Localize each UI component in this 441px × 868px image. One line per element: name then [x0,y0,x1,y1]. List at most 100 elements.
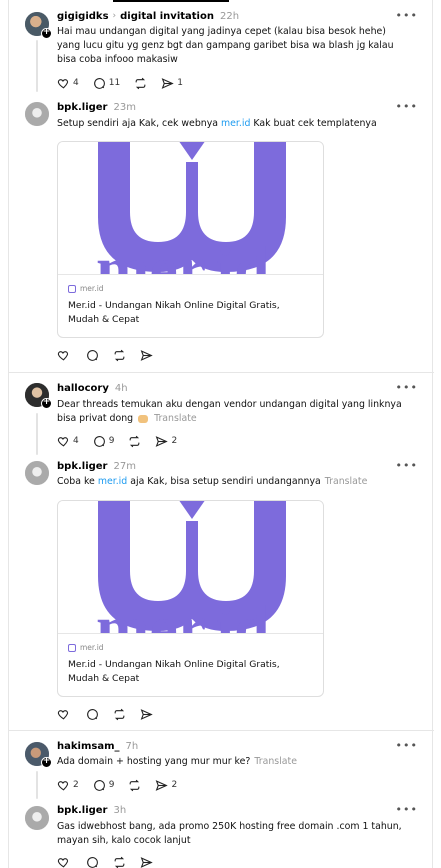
post-time: 22h [219,10,240,22]
svg-text:mer.id: mer.id [96,592,270,634]
more-icon[interactable]: ••• [396,9,418,22]
post-header: hakimsam_ 7h [57,739,138,753]
post-actions [57,855,167,868]
heart-icon [57,436,69,447]
translate-link[interactable]: Translate [254,756,297,767]
reply-button[interactable]: 9 [93,435,115,448]
heart-icon [57,857,69,868]
post-time: 7h [125,740,139,752]
username[interactable]: bpk.liger [57,102,108,113]
like-count: 2 [73,780,79,790]
post-time: 3h [113,804,127,816]
link-source-text: mer.id [80,284,104,293]
reply-count: 11 [108,78,121,88]
repost-button[interactable] [134,77,147,90]
reply-button[interactable] [86,708,99,721]
thread-line [36,771,38,799]
repost-button[interactable] [128,779,141,792]
text-link[interactable]: mer.id [221,118,250,129]
repost-button[interactable] [113,708,126,721]
reply-count: 9 [108,780,115,790]
more-icon[interactable]: ••• [396,459,418,472]
repost-icon [114,708,125,720]
reply-count: 9 [108,436,115,446]
follow-plus-icon[interactable]: + [41,757,52,768]
post-actions: 2 9 2 [57,778,191,792]
more-icon[interactable]: ••• [396,100,418,113]
post-time: 27m [113,460,136,472]
avatar[interactable] [25,461,49,485]
text-segment: aja Kak, bisa setup sendiri undangannya [127,476,321,487]
text-segment: Kak buat cek templatenya [250,118,377,129]
translate-link[interactable]: Translate [154,413,197,424]
text-link[interactable]: mer.id [98,476,127,487]
repost-button[interactable] [128,435,141,448]
like-button[interactable]: 2 [57,779,79,792]
more-icon[interactable]: ••• [396,381,418,394]
avatar[interactable] [25,806,49,830]
hands-emoji-icon [138,414,149,423]
post-text: Setup sendiri aja Kak, cek webnya mer.id… [57,117,407,131]
text-segment: Ada domain + hosting yang mur mur ke? [57,756,251,767]
thread-line [36,413,38,455]
comment-icon [93,779,105,791]
link-preview-card[interactable]: mer.id mer.id Mer.id - Undangan Nikah On… [57,141,324,338]
username[interactable]: hakimsam_ [57,741,120,752]
post-text: Gas idwebhost bang, ada promo 250K hosti… [57,821,402,846]
username[interactable]: bpk.liger [57,461,108,472]
share-button[interactable]: 1 [161,77,183,90]
post-header: bpk.liger 3h [57,803,126,817]
share-button[interactable]: 2 [155,435,177,448]
post-actions [57,707,167,721]
share-count: 1 [177,78,183,88]
username[interactable]: hallocory [57,383,109,394]
link-preview-card[interactable]: mer.id mer.id Mer.id - Undangan Nikah On… [57,500,324,697]
share-icon [156,435,169,447]
post-actions: 4 9 2 [57,434,191,448]
post-actions: 4 11 1 [57,76,197,90]
repost-button[interactable] [113,856,126,868]
share-button[interactable] [140,349,153,362]
more-icon[interactable]: ••• [396,803,418,816]
like-button[interactable]: 4 [57,435,79,448]
post-header: bpk.liger 27m [57,459,136,473]
link-preview-image: mer.id [58,142,323,275]
share-button[interactable] [140,856,153,868]
reply-button[interactable]: 11 [93,77,120,90]
repost-icon [114,856,125,868]
username[interactable]: gigigidks [57,11,109,22]
feed-column: + gigigidks › digital invitation 22h •••… [8,0,434,868]
username[interactable]: bpk.liger [57,805,108,816]
heart-icon [57,78,69,89]
reply-button[interactable]: 9 [93,779,115,792]
like-button[interactable] [57,856,70,868]
repost-icon [130,779,140,791]
share-button[interactable] [140,708,153,721]
post-time: 4h [114,382,128,394]
repost-button[interactable] [113,349,126,362]
post-header: hallocory 4h [57,381,128,395]
share-count: 2 [171,436,178,446]
share-icon [156,779,169,791]
svg-text:mer.id: mer.id [96,233,270,275]
translate-link[interactable]: Translate [325,476,368,487]
share-button[interactable]: 2 [155,779,177,792]
repost-icon [114,349,125,361]
link-source-text: mer.id [80,643,104,652]
post-text: Ada domain + hosting yang mur mur ke? Tra… [57,755,407,769]
like-button[interactable] [57,349,70,362]
merid-logo-image: mer.id [96,501,286,634]
follow-plus-icon[interactable]: + [41,398,52,409]
link-title: Mer.id - Undangan Nikah Online Digital G… [68,659,280,684]
like-button[interactable] [57,708,70,721]
more-icon[interactable]: ••• [396,739,418,752]
follow-plus-icon[interactable]: + [41,28,52,39]
thread-topic[interactable]: digital invitation [120,11,214,22]
repost-icon [135,77,146,89]
like-button[interactable]: 4 [57,77,79,90]
share-icon [140,856,153,868]
avatar[interactable] [25,102,49,126]
reply-button[interactable] [86,349,99,362]
reply-button[interactable] [86,856,99,868]
comment-icon [87,856,98,868]
